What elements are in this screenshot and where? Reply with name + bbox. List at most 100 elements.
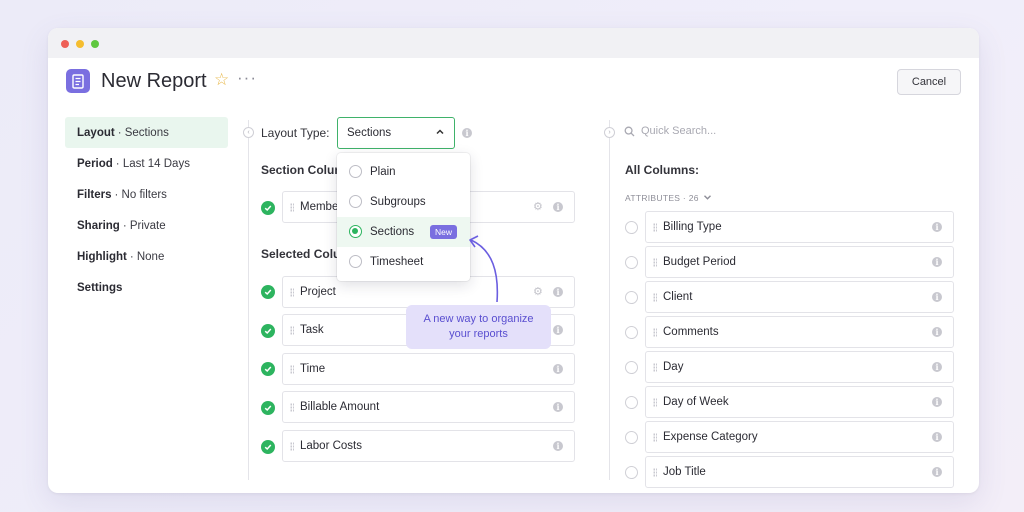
radio-button-selected[interactable]	[349, 225, 362, 238]
drag-handle-icon[interactable]	[290, 442, 294, 451]
radio-button[interactable]	[349, 165, 362, 178]
selected-column-row[interactable]: Time i	[282, 353, 575, 385]
drag-handle-icon[interactable]	[290, 326, 294, 335]
info-icon[interactable]: i	[932, 432, 942, 442]
column-checkbox[interactable]	[625, 326, 638, 339]
sidebar-item-key: Period	[77, 157, 113, 170]
gear-icon[interactable]: ⚙	[533, 285, 543, 298]
page-header: New Report ☆ ··· Cancel	[48, 68, 979, 102]
available-column-row[interactable]: Day i	[645, 351, 954, 383]
drag-handle-icon[interactable]	[653, 433, 657, 442]
available-column-row[interactable]: Comments i	[645, 316, 954, 348]
option-timesheet[interactable]: Timesheet	[337, 247, 470, 277]
drag-handle-icon[interactable]	[653, 258, 657, 267]
available-column-row[interactable]: Job Title i	[645, 456, 954, 488]
info-icon[interactable]: i	[932, 327, 942, 337]
group-label: ATTRIBUTES · 26	[625, 193, 699, 203]
info-icon[interactable]: i	[462, 128, 472, 138]
search-icon	[624, 126, 635, 136]
checked-icon[interactable]	[261, 362, 275, 376]
available-column-row[interactable]: Client i	[645, 281, 954, 313]
close-window-button[interactable]	[61, 40, 69, 48]
info-icon[interactable]: i	[553, 364, 563, 374]
available-column-row[interactable]: Budget Period i	[645, 246, 954, 278]
column-checkbox[interactable]	[625, 221, 638, 234]
sidebar-item-key: Highlight	[77, 250, 127, 263]
more-options-icon[interactable]: ···	[237, 68, 257, 88]
checked-icon[interactable]	[261, 440, 275, 454]
available-column-row[interactable]: Expense Category i	[645, 421, 954, 453]
info-icon[interactable]: i	[553, 325, 563, 335]
drag-handle-icon[interactable]	[653, 223, 657, 232]
checked-icon[interactable]	[261, 324, 275, 338]
info-icon[interactable]: i	[553, 441, 563, 451]
column-checkbox[interactable]	[625, 431, 638, 444]
option-sections[interactable]: Sections New	[337, 217, 470, 247]
info-icon[interactable]: i	[553, 402, 563, 412]
column-name: Membe	[300, 201, 339, 213]
info-icon[interactable]: i	[553, 202, 563, 212]
sidebar-item-key: Layout	[77, 126, 115, 139]
info-icon[interactable]: i	[932, 467, 942, 477]
search-input[interactable]: Quick Search...	[641, 125, 716, 137]
drag-handle-icon[interactable]	[653, 363, 657, 372]
column-name: Expense Category	[663, 431, 758, 443]
sidebar-item-layout[interactable]: Layout · Sections	[65, 117, 228, 148]
option-label: Subgroups	[370, 196, 426, 208]
sidebar-item-highlight[interactable]: Highlight · None	[65, 241, 228, 272]
selected-column-row[interactable]: Billable Amount i	[282, 391, 575, 423]
info-icon[interactable]: i	[932, 292, 942, 302]
sidebar-item-key: Sharing	[77, 219, 120, 232]
minimize-window-button[interactable]	[76, 40, 84, 48]
checked-icon[interactable]	[261, 285, 275, 299]
drag-handle-icon[interactable]	[653, 398, 657, 407]
column-checkbox[interactable]	[625, 396, 638, 409]
info-icon[interactable]: i	[932, 362, 942, 372]
option-plain[interactable]: Plain	[337, 157, 470, 187]
radio-button[interactable]	[349, 195, 362, 208]
info-icon[interactable]: i	[553, 287, 563, 297]
checked-icon[interactable]	[261, 401, 275, 415]
info-icon[interactable]: i	[932, 397, 942, 407]
drag-handle-icon[interactable]	[290, 403, 294, 412]
info-icon[interactable]: i	[932, 222, 942, 232]
column-checkbox[interactable]	[625, 466, 638, 479]
star-icon[interactable]: ☆	[214, 70, 229, 90]
column-name: Budget Period	[663, 256, 736, 268]
column-name: Time	[300, 363, 326, 375]
column-checkbox[interactable]	[625, 361, 638, 374]
sidebar-item-filters[interactable]: Filters · No filters	[65, 179, 228, 210]
column-checkbox[interactable]	[625, 291, 638, 304]
sidebar-item-value: Private	[129, 219, 166, 232]
layout-type-select[interactable]: Sections	[337, 117, 455, 149]
sidebar-item-settings[interactable]: Settings	[65, 272, 228, 303]
info-icon[interactable]: i	[932, 257, 942, 267]
drag-handle-icon[interactable]	[290, 365, 294, 374]
drag-handle-icon[interactable]	[653, 328, 657, 337]
drag-handle-icon[interactable]	[653, 293, 657, 302]
report-window: New Report ☆ ··· Cancel Layout · Sections…	[48, 28, 979, 493]
column-name: Billable Amount	[300, 401, 380, 413]
drag-handle-icon[interactable]	[653, 468, 657, 477]
attributes-group-toggle[interactable]: ATTRIBUTES · 26	[625, 193, 712, 203]
column-checkbox[interactable]	[625, 256, 638, 269]
section-columns-label: Section Colum	[261, 163, 346, 177]
sidebar-item-value: Last 14 Days	[122, 157, 190, 170]
sidebar-item-sharing[interactable]: Sharing · Private	[65, 210, 228, 241]
sidebar-item-period[interactable]: Period · Last 14 Days	[65, 148, 228, 179]
maximize-window-button[interactable]	[91, 40, 99, 48]
radio-button[interactable]	[349, 255, 362, 268]
settings-sidebar: Layout · Sections Period · Last 14 Days Fi…	[65, 117, 228, 303]
cancel-button[interactable]: Cancel	[897, 69, 961, 95]
checked-icon[interactable]	[261, 201, 275, 215]
available-column-row[interactable]: Day of Week i	[645, 386, 954, 418]
gear-icon[interactable]: ⚙	[533, 200, 543, 213]
drag-handle-icon[interactable]	[290, 203, 294, 212]
option-subgroups[interactable]: Subgroups	[337, 187, 470, 217]
step-node: ‹	[243, 127, 254, 138]
quick-search[interactable]: Quick Search...	[624, 125, 716, 137]
drag-handle-icon[interactable]	[290, 288, 294, 297]
available-column-row[interactable]: Billing Type i	[645, 211, 954, 243]
column-name: Billing Type	[663, 221, 722, 233]
selected-column-row[interactable]: Labor Costs i	[282, 430, 575, 462]
